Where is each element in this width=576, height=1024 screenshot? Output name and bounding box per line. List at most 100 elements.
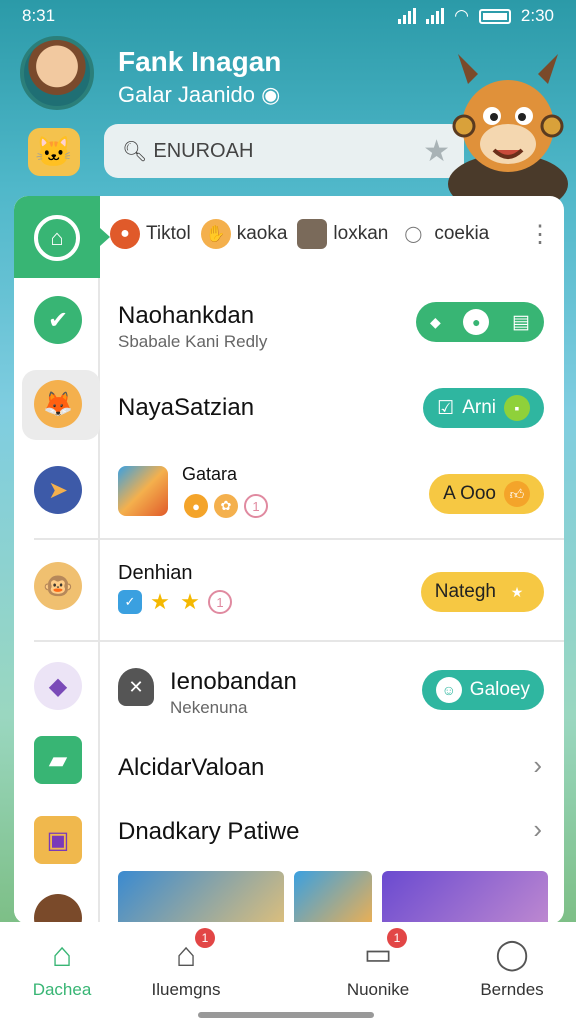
chip-loxkan[interactable]: loxkan [297, 219, 388, 249]
house-icon: ⌂ 1 [167, 928, 215, 974]
wifi-icon: ◠ [454, 6, 469, 25]
home-indicator [198, 1012, 374, 1018]
row-action-button[interactable]: Nategh ★ [420, 572, 544, 612]
row-action-label: Galoey [469, 679, 530, 700]
user-outline-icon: ◯ [404, 226, 423, 243]
nav-label: Nuonike [346, 980, 410, 999]
row-action-button[interactable]: ☑ Arni ▪ [423, 388, 544, 428]
notification-badge: 1 [387, 928, 407, 948]
monkey-icon[interactable]: 🐵 [34, 562, 82, 610]
profile-subtitle-text: Galar Jaanido [118, 82, 255, 107]
thumbnail-strip [118, 871, 548, 924]
row-action-label: Arni [462, 397, 496, 418]
rating-icons: ✓ ★ ★ 1 [118, 589, 232, 614]
diamond-icon: ◆ [430, 313, 441, 330]
pet-icon[interactable]: 🐱 [28, 128, 80, 176]
battery-icon [478, 8, 511, 24]
status-bar: 8:31 ◠ 2:30 [0, 0, 576, 32]
row-title[interactable]: AlcidarValoan [118, 754, 264, 782]
check-icon[interactable]: ✔ [34, 296, 82, 344]
signal-icon-2 [426, 8, 445, 24]
star-icon: ★ [150, 589, 170, 614]
star-icon: ★ [180, 589, 200, 614]
row-action-button[interactable]: ☺ Galoey [421, 670, 544, 710]
row-action-label: A Ooo [443, 483, 496, 504]
chip-label: Tiktol [146, 223, 191, 244]
chevron-right-icon[interactable]: › [533, 814, 542, 845]
nav-label: Berndes [480, 980, 544, 999]
reward-icons: ● ✿ 1 [184, 494, 268, 518]
row-title: Ienobandan [170, 668, 297, 695]
thumbnail[interactable] [118, 871, 284, 924]
bird-icon[interactable]: ➤ [34, 466, 82, 514]
nav-item-2[interactable]: ⌂ 1 Iluemgns [126, 928, 246, 1000]
notification-badge: 1 [195, 928, 215, 948]
portrait-icon [297, 219, 328, 249]
row-action-button[interactable]: A Ooo 👍︎ [429, 474, 544, 514]
row-subtitle: Nekenuna [170, 698, 248, 717]
signal-icon [398, 8, 417, 24]
row-title: Denhian [118, 562, 193, 584]
nav-item-3[interactable]: ▭ 1 Nuonike [318, 928, 438, 1000]
count-icon: 1 [208, 590, 232, 614]
edit-square-icon: ☑ [437, 397, 455, 419]
thumbnail[interactable] [382, 871, 548, 924]
profile-name: Fank Inagan [118, 46, 282, 77]
divider [34, 538, 564, 540]
search-input[interactable]: 🔍︎ ENUROAH ★ [104, 124, 464, 178]
info-icon[interactable]: ◉ [261, 82, 280, 107]
status-time: 8:31 [22, 6, 56, 25]
search-placeholder: ENUROAH [153, 139, 254, 162]
chevron-right-icon[interactable]: › [533, 750, 542, 781]
edit-icon[interactable]: ▰ [34, 736, 82, 784]
game-thumbnail[interactable] [118, 466, 168, 516]
thumbnail[interactable] [294, 871, 372, 924]
message-icon: ▪ [504, 395, 530, 421]
side-rail: ⌂ ✔ 🦊 ➤ 🐵 ◆ ▰ ▣ [14, 196, 110, 924]
nav-item-4[interactable]: ◯ Berndes [452, 936, 572, 1000]
chip-tiktol[interactable]: ● Tiktol [110, 219, 191, 249]
tools-icon: ✕ [118, 668, 154, 706]
home-icon: ⌂ [51, 936, 73, 974]
more-icon[interactable]: ⋮ [528, 220, 552, 249]
person-icon[interactable] [34, 894, 82, 924]
category-bar: ● Tiktol ✋ kaoka loxkan ◯ coekia ⋮ [110, 196, 564, 272]
row-action-button[interactable]: ◆ ● ▤ [416, 302, 544, 342]
row-title: Gatara [182, 464, 238, 484]
chat-icon: ● [463, 309, 490, 335]
divider [34, 640, 564, 642]
row-title: Naohankdan [118, 302, 255, 329]
coin-icon: ● [184, 494, 208, 518]
profile-subtitle: Galar Jaanido ◉ [118, 82, 280, 108]
chip-kaoka[interactable]: ✋ kaoka [200, 219, 288, 249]
battery-text: 2:30 [520, 6, 554, 25]
nav-item-home[interactable]: ⌂ Dachea [2, 936, 122, 1000]
hand-icon: ✋ [200, 219, 231, 249]
count-icon: 1 [244, 494, 268, 518]
home-icon: ⌂ [34, 215, 80, 261]
profile-avatar[interactable] [20, 36, 94, 110]
row-title: NayaSatzian [118, 394, 255, 421]
tickets-icon: ▭ 1 [359, 928, 407, 974]
rail-home-tab[interactable]: ⌂ [14, 196, 110, 278]
nav-label: Dachea [32, 980, 92, 999]
row-title[interactable]: Dnadkary Patiwe [118, 818, 299, 846]
smile-icon: ☺ [435, 677, 462, 703]
creature-icon[interactable]: ◆ [34, 662, 82, 710]
gem-icon: ✿ [214, 494, 238, 518]
fox-icon[interactable]: 🦊 [34, 380, 82, 428]
chat-bubble-icon: ✓ [118, 590, 142, 614]
puzzle-icon[interactable]: ▣ [34, 816, 82, 864]
thumbs-up-icon: 👍︎ [504, 481, 530, 507]
chip-coekia[interactable]: ◯ coekia [398, 219, 489, 249]
row-subtitle: Sbabale Kani Redly [118, 332, 268, 351]
chip-label: loxkan [333, 223, 389, 244]
chip-label: kaoka [236, 223, 288, 244]
chip-label: coekia [434, 223, 490, 244]
nav-label: Iluemgns [151, 980, 221, 999]
bottom-nav: ⌂ Dachea ⌂ 1 Iluemgns ▭ 1 Nuonike ◯ Bernde… [0, 922, 576, 1024]
wallet-icon: ▤ [512, 311, 530, 333]
main-panel: ⌂ ✔ 🦊 ➤ 🐵 ◆ ▰ ▣ ● Tiktol ✋ kaoka loxkan … [14, 196, 564, 924]
star-icon: ★ [510, 583, 524, 600]
profile-icon: ◯ [495, 938, 529, 971]
